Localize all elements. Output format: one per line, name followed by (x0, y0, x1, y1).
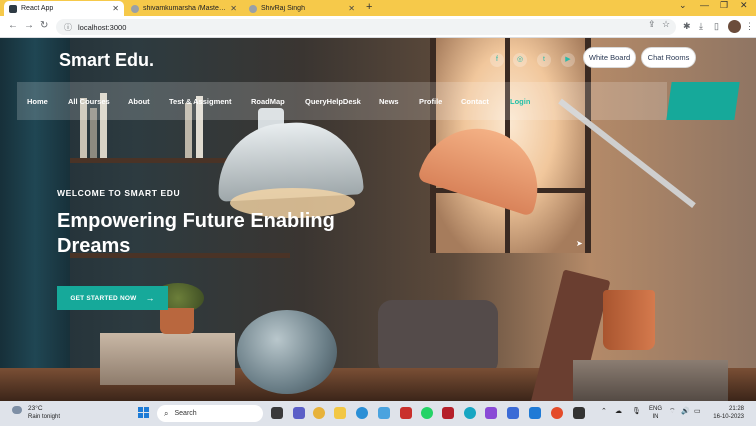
nav-roadmap[interactable]: RoadMap (251, 97, 285, 106)
whatsapp-icon[interactable] (421, 407, 433, 419)
search-icon: ⌕ (164, 408, 169, 418)
weather-description[interactable]: Rain tonight (28, 414, 60, 420)
arrow-right-icon: → (145, 293, 155, 303)
profile-avatar[interactable] (728, 20, 741, 33)
social-youtube-icon[interactable]: ▶ (561, 53, 575, 67)
close-tab-icon[interactable]: ✕ (230, 4, 237, 13)
plant-pot-decoration (160, 308, 194, 334)
teams-icon[interactable] (293, 407, 305, 419)
tab-react-app[interactable]: React App ✕ (4, 1, 124, 16)
nav-about[interactable]: About (128, 97, 150, 106)
task-view-icon[interactable] (271, 407, 283, 419)
github-favicon-icon (131, 4, 139, 13)
app-icon[interactable] (442, 407, 454, 419)
social-instagram-icon[interactable]: ◎ (513, 53, 527, 67)
forward-icon[interactable]: → (24, 20, 34, 31)
search-placeholder: Search (174, 410, 197, 417)
nav-login[interactable]: Login (510, 97, 530, 106)
tab-title: ShivRaj Singh (261, 5, 305, 12)
download-icon[interactable]: ⤓ (699, 21, 703, 32)
region-code: IN (652, 414, 659, 420)
chair-decoration (378, 300, 498, 375)
nav-home[interactable]: Home (27, 97, 48, 106)
site-info-icon[interactable]: ⓘ (64, 22, 72, 33)
edge-icon[interactable] (356, 407, 368, 419)
nav-profile[interactable]: Profile (419, 97, 442, 106)
tab-title: React App (21, 5, 54, 12)
weather-temperature[interactable]: 23°C (28, 405, 43, 412)
books-decoration (573, 360, 728, 401)
wifi-icon[interactable]: ⌔ (669, 407, 676, 416)
nav-test-assignment[interactable]: Test & Assigment (169, 97, 232, 106)
tab-title: shivamkumarsha /Master_shiv... (143, 5, 226, 12)
clock-date: 16-10-2023 (713, 414, 744, 420)
share-icon[interactable]: ⇪ (648, 19, 656, 30)
nav-news[interactable]: News (379, 97, 399, 106)
nav-queryhelpdesk[interactable]: QueryHelpDesk (305, 97, 361, 106)
globe-favicon-icon (249, 4, 257, 13)
browser-tab-strip: React App ✕ shivamkumarsha /Master_shiv.… (0, 0, 756, 16)
chrome-active-icon[interactable] (551, 407, 563, 419)
microphone-icon[interactable]: 🎙 (632, 407, 641, 415)
tab-search-chevron-icon[interactable]: ⌄ (679, 0, 687, 11)
vscode-icon[interactable] (529, 407, 541, 419)
kebab-menu-icon[interactable]: ⋮ (745, 21, 754, 32)
white-board-button[interactable]: White Board (583, 47, 636, 68)
tray-chevron-icon[interactable]: ⌃ (601, 407, 607, 415)
get-started-button[interactable]: GET STARTED NOW → (57, 286, 168, 310)
close-window-icon[interactable]: ✕ (740, 0, 748, 11)
windows-start-icon[interactable] (138, 407, 149, 418)
back-icon[interactable]: ← (8, 20, 18, 31)
close-tab-icon[interactable]: ✕ (348, 4, 355, 13)
mcafee-icon[interactable] (400, 407, 412, 419)
hero-kicker: WELCOME TO SMART EDU (57, 188, 181, 198)
side-panel-icon[interactable]: ▯ (714, 21, 719, 32)
nav-cta-block[interactable] (666, 82, 740, 120)
new-tab-button[interactable]: + (366, 1, 372, 13)
site-logo[interactable]: Smart Edu. (59, 50, 154, 71)
reload-icon[interactable]: ↻ (40, 20, 48, 31)
nav-all-courses[interactable]: All Courses (68, 97, 110, 106)
mouse-cursor-icon: ➤ (576, 239, 583, 248)
system-clock[interactable]: 21:28 16-10-2023 (706, 405, 744, 421)
file-explorer-icon[interactable] (334, 407, 346, 419)
volume-icon[interactable]: 🔊 (681, 407, 690, 415)
url-text: localhost:3000 (78, 22, 127, 32)
main-navbar: Home All Courses About Test & Assigment … (17, 82, 667, 120)
hero-title: Empowering Future Enabling Dreams (57, 210, 335, 257)
store-icon[interactable] (378, 407, 390, 419)
bookmark-star-icon[interactable]: ☆ (662, 19, 670, 30)
app-icon[interactable] (485, 407, 497, 419)
close-tab-icon[interactable]: ✕ (112, 4, 119, 13)
tab-shivraj[interactable]: ShivRaj Singh ✕ (244, 1, 360, 16)
window-frame (585, 38, 591, 253)
app-icon[interactable] (507, 407, 519, 419)
mug-decoration (603, 290, 655, 350)
social-twitter-icon[interactable]: t (537, 53, 551, 67)
taskbar-search[interactable]: ⌕ Search (157, 405, 263, 422)
cortana-icon[interactable] (464, 407, 476, 419)
chrome-icon[interactable] (313, 407, 325, 419)
minimize-icon[interactable]: — (700, 0, 709, 10)
nav-contact[interactable]: Contact (461, 97, 489, 106)
books-decoration (100, 333, 235, 385)
chat-rooms-button[interactable]: Chat Rooms (641, 47, 696, 68)
page-viewport: Smart Edu. f ◎ t ▶ White Board Chat Room… (0, 38, 756, 401)
address-bar[interactable]: ⓘ localhost:3000 (56, 19, 676, 35)
react-favicon-icon (9, 4, 17, 13)
weather-cloud-icon[interactable] (12, 406, 22, 414)
extensions-icon[interactable]: ✱ (683, 21, 691, 32)
browser-toolbar: ← → ↻ ⓘ localhost:3000 ⇪ ☆ ✱ ⤓ ▯ ⋮ (0, 16, 756, 38)
clock-time: 21:28 (728, 406, 744, 412)
onedrive-icon[interactable]: ☁ (615, 407, 622, 415)
maximize-icon[interactable]: ❐ (720, 0, 728, 11)
vase-decoration (237, 310, 337, 394)
language-indicator[interactable]: ENG IN (649, 405, 662, 421)
app-icon[interactable] (573, 407, 585, 419)
social-facebook-icon[interactable]: f (490, 53, 504, 67)
get-started-label: GET STARTED NOW (70, 294, 137, 302)
battery-icon[interactable]: ▭ (694, 407, 701, 415)
tab-github[interactable]: shivamkumarsha /Master_shiv... ✕ (126, 1, 242, 16)
language-code: ENG (649, 406, 663, 412)
